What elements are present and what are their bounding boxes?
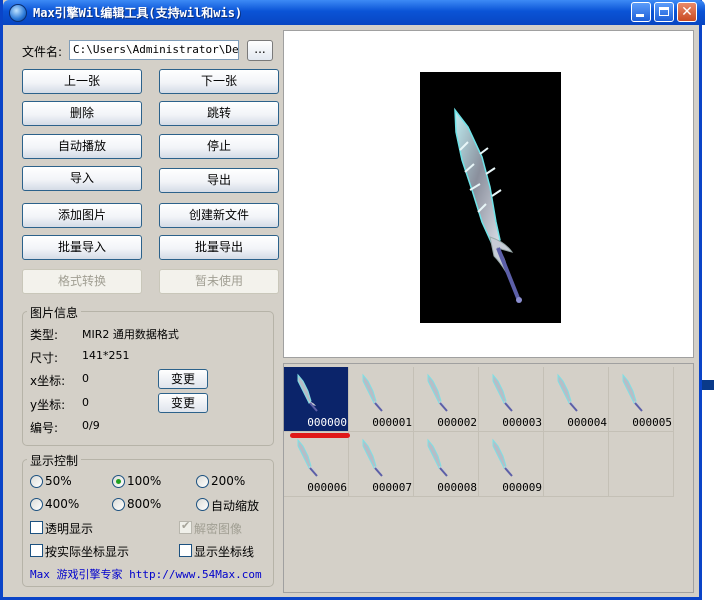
thumbnail-label: 000003 <box>502 416 542 429</box>
thumbnail-item[interactable]: 000004 <box>544 367 609 432</box>
autoplay-button[interactable]: 自动播放 <box>22 134 142 159</box>
minimize-icon <box>636 14 644 17</box>
thumbnail-item[interactable]: 000007 <box>349 432 414 497</box>
zoom-auto-radio[interactable] <box>196 498 209 511</box>
thumbnail-label: 000000 <box>307 416 347 429</box>
thumbnail-label: 000006 <box>307 481 347 494</box>
image-info-legend: 图片信息 <box>27 304 82 321</box>
sword-thumbnail-icon <box>557 373 578 412</box>
thumbnail-item[interactable]: 000008 <box>414 432 479 497</box>
zoom-50-label: 50% <box>45 474 72 488</box>
window-title: Max引擎Wil编辑工具(支持wil和wis) <box>33 6 243 20</box>
zoom-200-radio[interactable] <box>196 475 209 488</box>
checkmark-icon: ✔ <box>181 519 191 532</box>
transparent-label: 透明显示 <box>45 522 94 536</box>
transparent-checkbox[interactable] <box>30 521 43 534</box>
type-value: MIR2 通用数据格式 <box>82 328 179 341</box>
stop-button[interactable]: 停止 <box>159 134 279 159</box>
jump-button[interactable]: 跳转 <box>159 101 279 126</box>
thumbnail-label: 000001 <box>372 416 412 429</box>
browse-button[interactable]: ... <box>247 40 273 61</box>
thumbnail-label: 000004 <box>567 416 607 429</box>
empty-thumbnail-cell <box>609 432 674 497</box>
file-name-label: 文件名: <box>22 45 63 59</box>
unused-button[interactable]: 暂未使用 <box>159 269 279 294</box>
actual-coords-checkbox[interactable] <box>30 544 43 557</box>
batch-import-button[interactable]: 批量导入 <box>22 235 142 260</box>
zoom-auto-label: 自动缩放 <box>211 499 260 513</box>
size-label: 尺寸: <box>30 351 59 365</box>
thumbnail-item[interactable]: 000009 <box>479 432 544 497</box>
thumbnail-item[interactable]: 000003 <box>479 367 544 432</box>
background-window-edge <box>702 380 714 390</box>
next-image-button[interactable]: 下一张 <box>159 69 279 94</box>
preview-image <box>420 72 561 323</box>
decrypt-checkbox[interactable]: ✔ <box>179 519 192 534</box>
thumbnail-label: 000007 <box>372 481 412 494</box>
thumbnail-item[interactable]: 000002 <box>414 367 479 432</box>
create-file-button[interactable]: 创建新文件 <box>159 203 279 228</box>
display-control-legend: 显示控制 <box>27 452 82 469</box>
thumbnail-label: 000002 <box>437 416 477 429</box>
coord-lines-checkbox[interactable] <box>179 544 192 557</box>
app-icon[interactable] <box>9 4 27 22</box>
decrypt-label: 解密图像 <box>194 522 243 536</box>
minimize-button[interactable] <box>631 2 651 22</box>
sword-thumbnail-icon <box>297 438 318 477</box>
delete-button[interactable]: 删除 <box>22 101 142 126</box>
empty-thumbnail-cell <box>544 432 609 497</box>
thumbnail-item[interactable]: 000005 <box>609 367 674 432</box>
size-value: 141*251 <box>82 349 130 362</box>
thumbnail-item[interactable]: 000001 <box>349 367 414 432</box>
sword-thumbnail-icon <box>362 438 383 477</box>
zoom-400-label: 400% <box>45 497 80 511</box>
format-convert-button[interactable]: 格式转换 <box>22 269 142 294</box>
thumbnail-label: 000009 <box>502 481 542 494</box>
sword-thumbnail-icon <box>622 373 643 412</box>
y-coord-value: 0 <box>82 396 89 409</box>
import-button[interactable]: 导入 <box>22 166 142 191</box>
close-button[interactable]: ✕ <box>677 2 697 22</box>
sword-thumbnail-icon <box>427 373 448 412</box>
radio-selected-dot <box>116 479 121 484</box>
zoom-800-radio[interactable] <box>112 498 125 511</box>
export-button[interactable]: 导出 <box>159 168 279 193</box>
change-y-button[interactable]: 变更 <box>158 393 208 413</box>
highlight-underline <box>290 433 350 438</box>
sword-thumbnail-icon <box>492 373 513 412</box>
index-value: 0/9 <box>82 419 100 432</box>
sword-thumbnail-icon <box>297 373 318 412</box>
index-label: 编号: <box>30 421 59 435</box>
zoom-200-label: 200% <box>211 474 246 488</box>
thumbnail-item[interactable]: 000006 <box>284 432 349 497</box>
file-path-input[interactable]: C:\Users\Administrator\Desk <box>69 40 239 60</box>
add-image-button[interactable]: 添加图片 <box>22 203 142 228</box>
sword-thumbnail-icon <box>427 438 448 477</box>
actual-coords-label: 按实际坐标显示 <box>45 545 130 559</box>
sword-thumbnail-icon <box>492 438 513 477</box>
sword-image <box>454 107 522 303</box>
y-coord-label: y坐标: <box>30 398 66 412</box>
coord-lines-label: 显示坐标线 <box>194 545 255 559</box>
prev-image-button[interactable]: 上一张 <box>22 69 142 94</box>
zoom-400-radio[interactable] <box>30 498 43 511</box>
thumbnail-label: 000005 <box>632 416 672 429</box>
thumbnail-item[interactable]: 000000 <box>284 367 349 432</box>
maximize-icon <box>659 7 669 16</box>
type-label: 类型: <box>30 328 59 342</box>
x-coord-label: x坐标: <box>30 374 66 388</box>
batch-export-button[interactable]: 批量导出 <box>159 235 279 260</box>
thumbnail-label: 000008 <box>437 481 477 494</box>
close-icon: ✕ <box>681 4 693 20</box>
zoom-800-label: 800% <box>127 497 162 511</box>
title-bar[interactable]: Max引擎Wil编辑工具(支持wil和wis) ✕ <box>3 0 705 25</box>
zoom-50-radio[interactable] <box>30 475 43 488</box>
x-coord-value: 0 <box>82 372 89 385</box>
zoom-100-label: 100% <box>127 474 162 488</box>
footer-link[interactable]: Max 游戏引擎专家 http://www.54Max.com <box>30 566 262 582</box>
zoom-100-radio[interactable] <box>112 475 125 488</box>
change-x-button[interactable]: 变更 <box>158 369 208 389</box>
sword-thumbnail-icon <box>362 373 383 412</box>
maximize-button[interactable] <box>654 2 674 22</box>
